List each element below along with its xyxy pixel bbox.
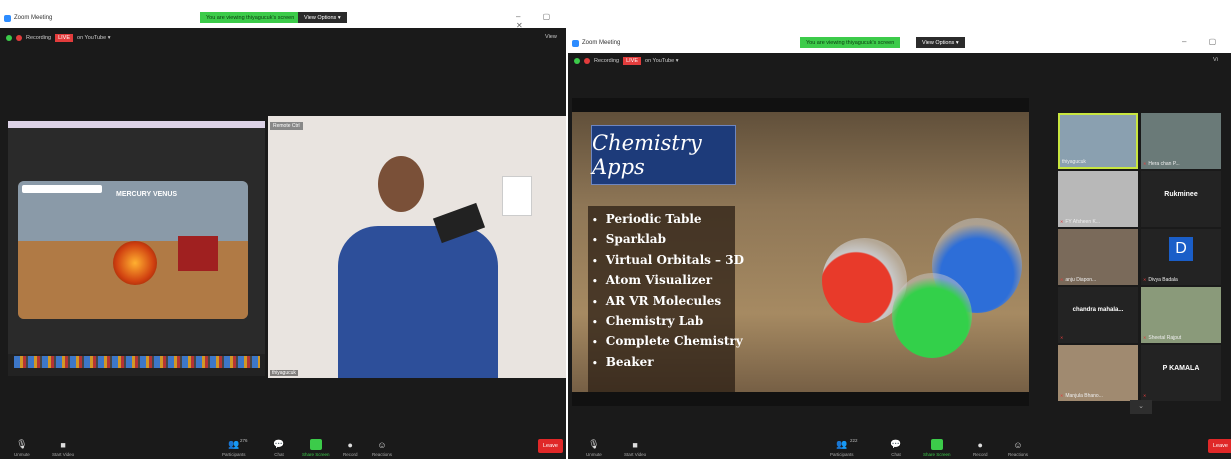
participants-count: 276 xyxy=(240,438,248,443)
slide-item: Complete Chemistry xyxy=(592,331,743,351)
viewing-banner: You are viewing thiyagucuk's screen xyxy=(800,37,901,48)
reactions-button[interactable]: ☺ Reactions xyxy=(1008,439,1028,458)
speaker-head xyxy=(378,156,424,212)
mic-muted-icon: 🎙 xyxy=(16,439,28,449)
record-dot-icon xyxy=(16,35,22,41)
stream-target[interactable]: on YouTube ▾ xyxy=(77,35,110,41)
participant-tile[interactable]: Manjula Bhano... xyxy=(1058,345,1138,401)
participants-icon: 👥 xyxy=(228,439,240,449)
slide-item: Virtual Orbitals – 3D xyxy=(592,250,744,270)
zoom-icon xyxy=(4,14,11,22)
ar-label: MERCURY VENUS xyxy=(116,191,178,198)
share-screen-icon xyxy=(309,439,322,450)
zoom-icon xyxy=(572,39,579,47)
participants-count: 222 xyxy=(850,438,858,443)
slide-item: Chemistry Lab xyxy=(592,311,735,331)
recording-bar: Recording LIVE on YouTube ▾ xyxy=(574,55,678,67)
zoom-window-right: Zoom Meeting You are viewing thiyagucuk'… xyxy=(568,33,1231,459)
window-title: Zoom Meeting xyxy=(14,15,53,21)
speaker-name: thiyagucuk xyxy=(270,370,298,376)
leave-button[interactable]: Leave xyxy=(1208,439,1231,453)
unmute-button[interactable]: 🎙 Unmute xyxy=(586,439,602,457)
participant-tile[interactable]: thiyagucuk xyxy=(1058,113,1138,169)
mic-muted-icon: 🎙 xyxy=(588,439,600,449)
slide-item: Beaker xyxy=(592,352,735,372)
view-button[interactable]: View xyxy=(545,34,557,40)
participant-tile[interactable]: Sheetal Rajput xyxy=(1141,287,1221,343)
reactions-button[interactable]: ☺ Reactions xyxy=(372,439,392,458)
slide-bullet-list: Periodic Table Sparklab Virtual Orbitals… xyxy=(588,206,744,392)
slide-item: Atom Visualizer xyxy=(592,270,735,290)
meeting-toolbar: 🎙 Unmute ■ Start Video 👥 Participants 222 💬… xyxy=(568,433,1231,459)
remote-control-tag[interactable]: Remote Ctrl xyxy=(270,122,303,130)
view-button[interactable]: Vi xyxy=(1213,57,1218,63)
recording-label: Recording xyxy=(594,58,620,64)
live-badge[interactable]: LIVE xyxy=(623,57,642,65)
mac-dock[interactable] xyxy=(14,356,260,368)
participant-tile[interactable]: anju Diapon... xyxy=(1058,229,1138,285)
reactions-icon: ☺ xyxy=(377,439,387,450)
unmute-button[interactable]: 🎙 Unmute xyxy=(14,439,30,457)
slide-item: AR VR Molecules xyxy=(592,291,735,311)
video-off-icon: ■ xyxy=(632,439,638,450)
chat-icon: 💬 xyxy=(890,439,902,449)
shared-slide: Chemistry Apps Periodic Table Sparklab V… xyxy=(572,98,1029,406)
share-screen-icon xyxy=(930,439,943,450)
participant-tile[interactable]: D Divya Badala xyxy=(1141,229,1221,285)
ar-phone-view: MERCURY VENUS xyxy=(18,181,248,319)
video-off-icon: ■ xyxy=(60,439,66,450)
slide-item: Periodic Table xyxy=(592,209,735,229)
start-video-button[interactable]: ■ Start Video xyxy=(624,439,646,458)
sun-model xyxy=(113,241,157,285)
slide-title: Chemistry Apps xyxy=(591,125,736,185)
ar-toolbar[interactable] xyxy=(22,185,102,193)
meeting-toolbar: 🎙 Unmute ■ Start Video 👥 Participants 276 💬… xyxy=(0,433,566,459)
shield-icon xyxy=(574,58,580,64)
view-options-button[interactable]: View Options ▾ xyxy=(916,37,965,48)
participant-tile[interactable]: FY Afsheen K... xyxy=(1058,171,1138,227)
leave-button[interactable]: Leave xyxy=(538,439,563,453)
window-title: Zoom Meeting xyxy=(582,40,621,46)
view-options-button[interactable]: View Options ▾ xyxy=(298,12,347,23)
stream-target[interactable]: on YouTube ▾ xyxy=(645,58,678,64)
gallery-next-page-chevron-icon[interactable]: ⌄ xyxy=(1130,400,1152,414)
recording-label: Recording xyxy=(26,35,52,41)
mac-menu-bar xyxy=(8,121,265,128)
record-icon: ● xyxy=(977,439,983,450)
viewing-banner: You are viewing thiyagucuk's screen xyxy=(200,12,301,23)
participant-avatar: D xyxy=(1169,237,1193,261)
speaker-video: Remote Ctrl thiyagucuk xyxy=(268,116,566,378)
participant-tile[interactable]: Hera chan P... xyxy=(1141,113,1221,169)
live-badge[interactable]: LIVE xyxy=(55,34,74,42)
record-button[interactable]: ● Record xyxy=(343,439,358,458)
shared-screen-ar: MERCURY VENUS xyxy=(8,121,265,376)
green-flask xyxy=(892,273,972,358)
record-dot-icon xyxy=(584,58,590,64)
record-button[interactable]: ● Record xyxy=(973,439,988,458)
chat-button[interactable]: 💬 Chat xyxy=(890,439,902,457)
shield-icon xyxy=(6,35,12,41)
speaker-shirt xyxy=(338,226,498,378)
record-icon: ● xyxy=(347,439,353,450)
start-video-button[interactable]: ■ Start Video xyxy=(52,439,74,458)
chat-icon: 💬 xyxy=(273,439,285,449)
window-controls[interactable]: – ▢ xyxy=(1182,37,1226,46)
window-controls[interactable]: – ▢ ✕ xyxy=(516,12,566,30)
participant-tile[interactable]: chandra mahala... xyxy=(1058,287,1138,343)
participants-icon: 👥 xyxy=(836,439,848,449)
recording-bar: Recording LIVE on YouTube ▾ xyxy=(6,32,110,44)
participant-tile[interactable]: P KAMALA xyxy=(1141,345,1221,401)
chat-button[interactable]: 💬 Chat xyxy=(273,439,285,457)
reactions-icon: ☺ xyxy=(1013,439,1023,450)
share-screen-button[interactable]: Share Screen xyxy=(923,439,951,457)
zoom-window-left: Zoom Meeting You are viewing thiyagucuk'… xyxy=(0,8,566,459)
slide-item: Sparklab xyxy=(592,229,735,249)
share-screen-button[interactable]: Share Screen xyxy=(302,439,330,457)
participant-tile[interactable]: Rukminee xyxy=(1141,171,1221,227)
